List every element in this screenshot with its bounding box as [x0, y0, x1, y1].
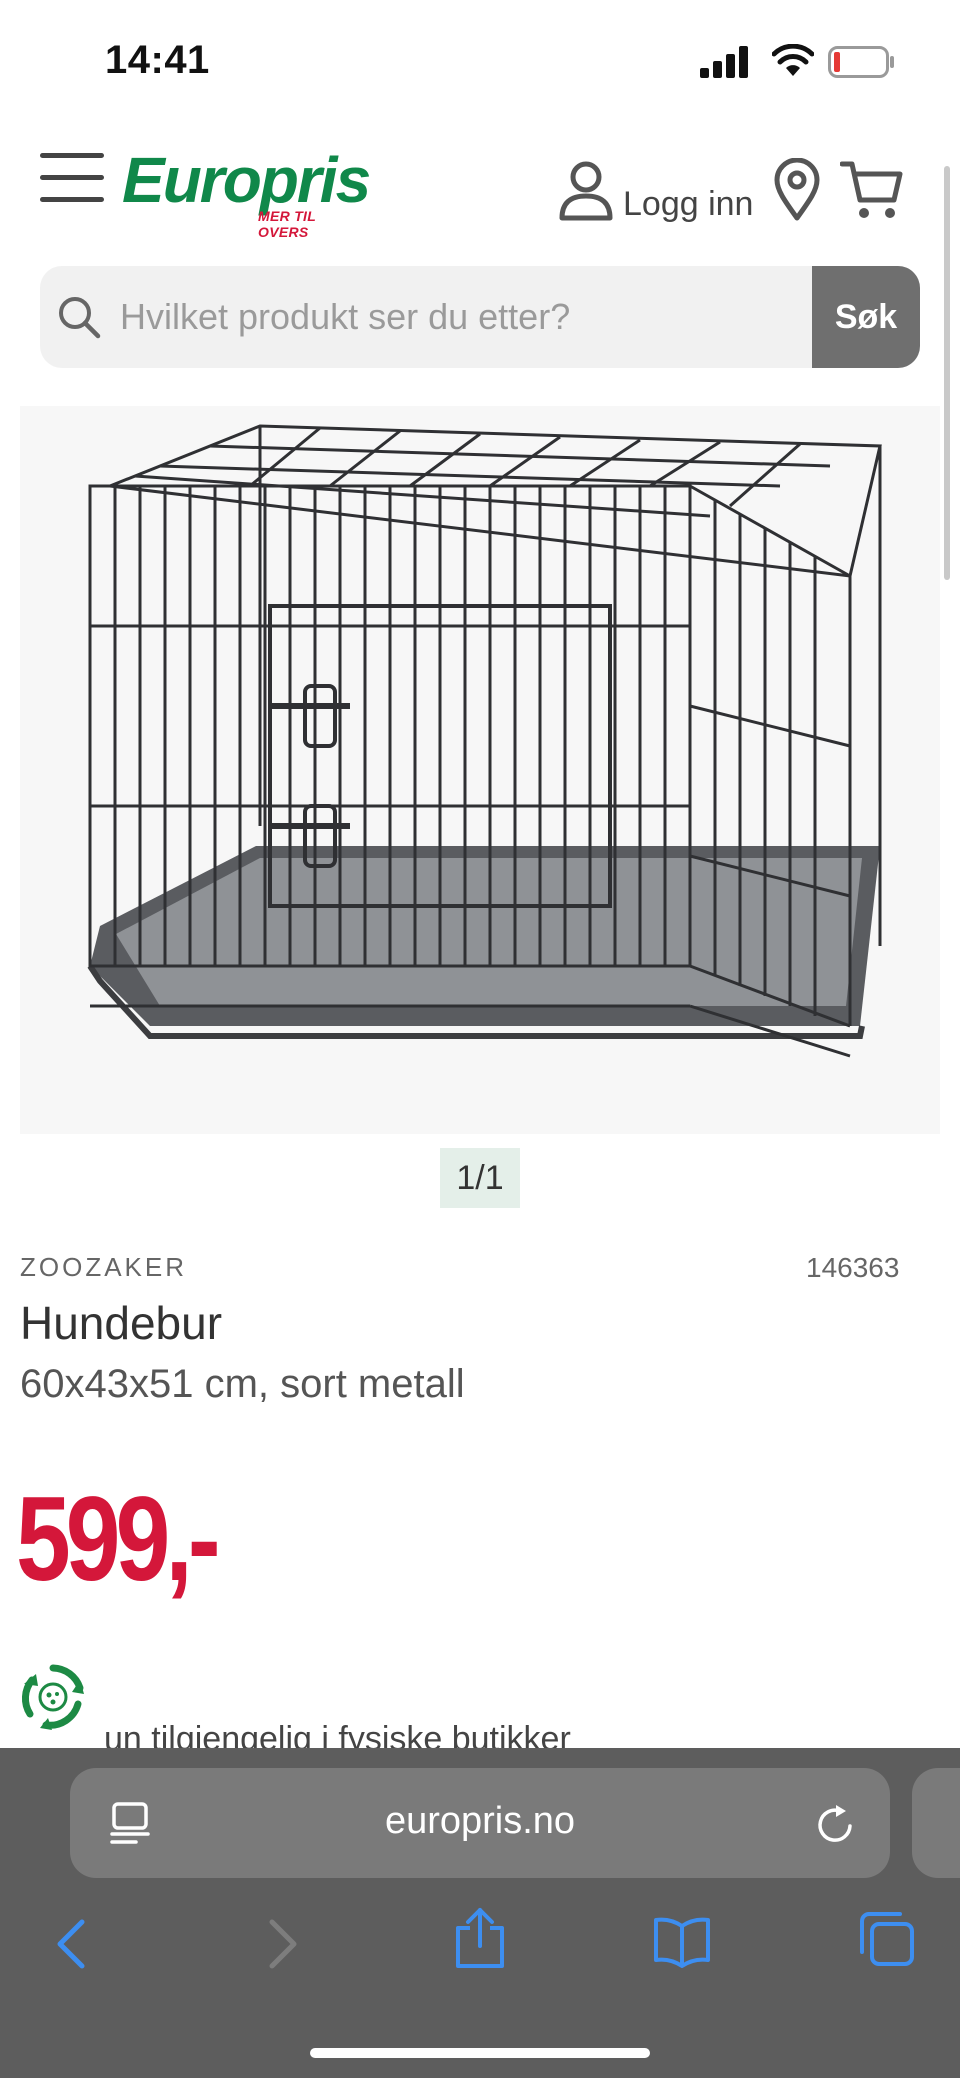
- next-tab-preview[interactable]: [912, 1768, 960, 1878]
- share-icon[interactable]: [454, 1906, 506, 1970]
- logo-wordmark: Europris: [122, 144, 371, 216]
- search-button[interactable]: Søk: [812, 266, 920, 368]
- search-input[interactable]: [120, 266, 800, 368]
- login-link[interactable]: Logg inn: [623, 185, 753, 224]
- home-indicator: [310, 2048, 650, 2058]
- product-title: Hundebur: [20, 1297, 223, 1349]
- tabs-overview-icon[interactable]: [858, 1910, 916, 1968]
- reload-icon[interactable]: [814, 1804, 856, 1846]
- logo-tagline: MER TIL OVERS: [258, 208, 316, 240]
- product-subtitle: 60x43x51 cm, sort metall: [20, 1362, 465, 1406]
- product-price: 599,-: [16, 1472, 221, 1606]
- forward-arrow-icon[interactable]: [262, 1916, 302, 1972]
- bookmarks-icon[interactable]: [652, 1916, 712, 1968]
- product-brand[interactable]: ZOOZAKER: [20, 1252, 187, 1283]
- europris-logo[interactable]: Europris MER TIL OVERS: [122, 144, 371, 240]
- product-image-dog-crate[interactable]: [20, 406, 940, 1134]
- url-text[interactable]: europris.no: [300, 1800, 660, 1843]
- battery-icon: [828, 46, 894, 78]
- hamburger-menu-icon[interactable]: [40, 153, 104, 203]
- search-icon: [59, 297, 101, 339]
- page-scrollbar[interactable]: [944, 166, 950, 580]
- image-counter: 1/1: [440, 1148, 520, 1208]
- product-sku: 146363: [806, 1252, 900, 1283]
- wifi-icon: [772, 44, 814, 76]
- recycle-eco-icon: [21, 1664, 84, 1730]
- cellular-signal-icon: [700, 46, 748, 78]
- status-time: 14:41: [105, 38, 210, 82]
- store-location-icon[interactable]: [774, 158, 820, 222]
- shopping-cart-icon[interactable]: [840, 160, 904, 222]
- page-menu-icon[interactable]: [110, 1802, 150, 1846]
- user-icon[interactable]: [558, 160, 614, 222]
- back-arrow-icon[interactable]: [52, 1916, 92, 1972]
